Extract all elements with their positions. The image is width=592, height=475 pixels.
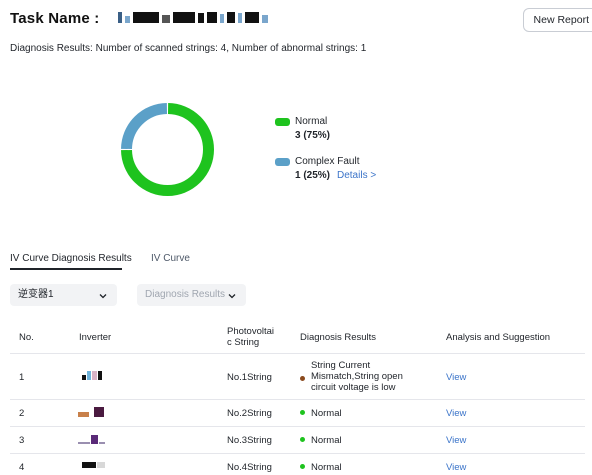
table-row: 1 No.1String String Current Mismatch,Str… (10, 354, 585, 400)
diagnosis-results-select[interactable]: Diagnosis Results (137, 284, 246, 306)
tab-iv-curve-diagnosis-results[interactable]: IV Curve Diagnosis Results (10, 253, 132, 264)
diagnosis-text: String Current Mismatch,String open circ… (311, 360, 417, 393)
row-diagnosis: Normal (300, 408, 342, 419)
header: Task Name : New Report (10, 8, 592, 32)
chevron-down-icon (227, 288, 237, 310)
legend-label: Normal (295, 116, 328, 127)
legend-swatch-normal (275, 118, 290, 126)
diagnosis-table: No. Inverter Photovoltai c String Diagno… (10, 320, 585, 475)
status-dot-normal (300, 463, 305, 469)
tab-iv-curve[interactable]: IV Curve (151, 253, 190, 264)
active-tab-indicator (10, 268, 122, 270)
inverter-select[interactable]: 逆变器1 (10, 284, 117, 306)
table-header: No. Inverter Photovoltai c String Diagno… (10, 320, 585, 354)
row-pv-string: No.1String (227, 372, 272, 383)
row-diagnosis: Normal (300, 462, 342, 473)
inverter-redacted (78, 435, 105, 444)
diagnosis-summary: Diagnosis Results: Number of scanned str… (10, 43, 367, 54)
diagnosis-text: Normal (311, 408, 342, 419)
column-header-pv-line2: c String (227, 337, 260, 348)
row-diagnosis: Normal (300, 435, 342, 446)
table-row: 3 No.3String Normal View (10, 427, 585, 454)
inverter-redacted (82, 371, 102, 380)
legend-label: Complex Fault (295, 156, 360, 167)
status-dot-normal (300, 436, 305, 442)
task-name-label: Task Name : (10, 10, 100, 27)
inverter-select-value: 逆变器1 (18, 289, 54, 300)
view-link[interactable]: View (446, 408, 466, 419)
diagnosis-select-placeholder: Diagnosis Results (145, 289, 226, 300)
view-link[interactable]: View (446, 462, 466, 473)
legend-value: 3 (75%) (295, 130, 331, 141)
table-row: 4 No.4String Normal View (10, 454, 585, 475)
row-no: 3 (19, 435, 25, 446)
diagnosis-line: circuit voltage is low (311, 382, 396, 393)
status-dot-normal (300, 409, 305, 415)
diagnosis-line: Mismatch,String open (311, 371, 403, 382)
row-no: 2 (19, 408, 25, 419)
details-link[interactable]: Details > (337, 170, 376, 181)
row-pv-string: No.3String (227, 435, 272, 446)
diagnosis-line: String Current (311, 360, 371, 371)
column-header-analysis: Analysis and Suggestion (446, 332, 551, 343)
inverter-redacted (78, 407, 104, 417)
row-no: 1 (19, 372, 25, 383)
view-link[interactable]: View (446, 435, 466, 446)
diagnosis-donut-chart (121, 103, 214, 196)
column-header-pv-string: Photovoltai c String (227, 326, 274, 348)
row-pv-string: No.4String (227, 462, 272, 473)
column-header-inverter: Inverter (79, 332, 112, 343)
row-pv-string: No.2String (227, 408, 272, 419)
new-report-button[interactable]: New Report (522, 8, 592, 32)
legend-value: 1 (25%) (295, 170, 331, 181)
chevron-down-icon (98, 288, 108, 310)
task-name-redacted (118, 12, 268, 23)
donut-slice-complex-fault[interactable] (121, 103, 168, 150)
status-dot-abnormal (300, 376, 305, 381)
legend-swatch-complex-fault (275, 158, 290, 166)
diagnosis-text: Normal (311, 435, 342, 446)
inverter-redacted (82, 462, 105, 468)
column-header-diagnosis: Diagnosis Results (300, 332, 377, 343)
table-row: 2 No.2String Normal View (10, 400, 585, 427)
diagnosis-text: Normal (311, 462, 342, 473)
column-header-no: No. (19, 332, 34, 343)
column-header-pv-line1: Photovoltai (227, 326, 275, 337)
view-link[interactable]: View (446, 372, 466, 383)
row-no: 4 (19, 462, 25, 473)
